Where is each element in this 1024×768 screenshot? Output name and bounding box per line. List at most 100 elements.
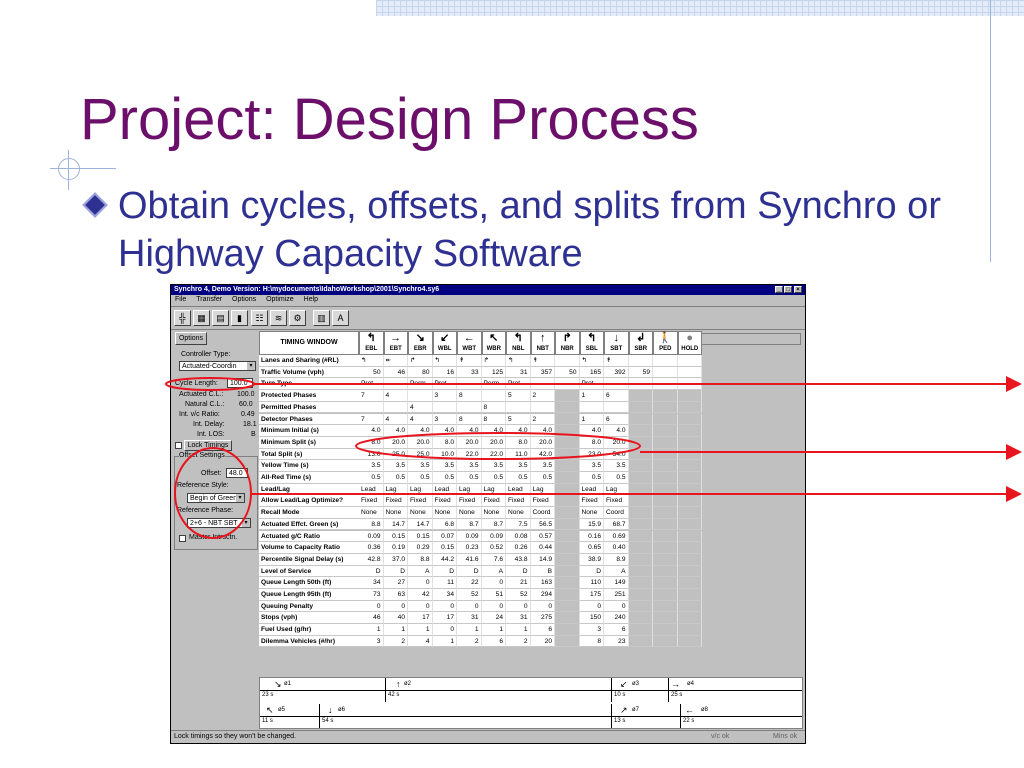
cell-wbr[interactable]: Lag (481, 483, 506, 496)
reference-style-select[interactable]: Begin of Green ▾ (187, 493, 245, 503)
offset-input[interactable]: 48.0 (226, 468, 248, 478)
lanes-window-icon[interactable]: ▦ (193, 310, 210, 326)
cell-ebl[interactable]: Fixed (359, 495, 384, 508)
cell-wbl[interactable]: 0.5 (432, 472, 457, 484)
cell-wbr[interactable]: 8 (481, 401, 506, 414)
cell-ebr[interactable]: 14.7 (408, 518, 433, 531)
cell-nbl[interactable]: 5 (506, 390, 531, 402)
cell-wbt[interactable]: ↟ (457, 355, 482, 367)
phasing-window-icon[interactable]: ☷ (251, 310, 268, 326)
cell-wbt[interactable]: 33 (457, 366, 482, 379)
cell-ebt[interactable]: 25.0 (383, 448, 408, 461)
cell-wbl[interactable]: None (432, 507, 457, 519)
menu-file[interactable]: File (175, 296, 186, 303)
cell-sbl[interactable]: 15.9 (579, 518, 604, 531)
cell-sbt[interactable]: Lag (604, 483, 629, 496)
cell-ebt[interactable]: Fixed (383, 495, 408, 508)
cell-sbl[interactable]: Prot (579, 378, 604, 391)
cell-wbl[interactable]: Prot (432, 378, 457, 391)
cell-ebr[interactable]: 25.0 (408, 448, 433, 461)
cell-sbt[interactable]: 20.0 (604, 436, 629, 449)
cell-nbt[interactable] (530, 401, 555, 414)
menu-transfer[interactable]: Transfer (196, 296, 222, 303)
cell-ebr[interactable]: Fixed (408, 495, 433, 508)
cell-wbl[interactable]: 8.0 (432, 436, 457, 449)
cell-ebl[interactable]: 8.0 (359, 436, 384, 449)
cell-nbt[interactable]: 42.0 (530, 448, 555, 461)
cell-ebr[interactable]: ↱ (408, 355, 433, 367)
minimize-button[interactable]: _ (775, 286, 783, 293)
cell-ebt[interactable]: 46 (383, 366, 408, 379)
detector-window-icon[interactable]: ⚙ (289, 310, 306, 326)
cell-nbl[interactable]: Fixed (506, 495, 531, 508)
cell-ebr[interactable]: 80 (408, 366, 433, 379)
cell-wbl[interactable]: ↰ (432, 355, 457, 367)
cell-ebr[interactable]: Lag (408, 483, 433, 496)
cell-ebt[interactable]: 4 (383, 413, 408, 426)
cell-sbl[interactable]: 1 (579, 390, 604, 402)
cell-wbl[interactable]: 3.5 (432, 460, 457, 472)
cell-ebt[interactable]: 4 (383, 390, 408, 402)
cell-sbl[interactable]: 1 (579, 413, 604, 426)
cell-nbl[interactable]: 0.5 (506, 472, 531, 484)
cell-wbl[interactable]: 4.0 (432, 425, 457, 437)
cell-sbl[interactable]: Lead (579, 483, 604, 496)
timing-window-icon[interactable]: ▮ (231, 310, 248, 326)
cell-wbr[interactable]: 8.7 (481, 518, 506, 531)
cell-nbt[interactable]: ↟ (530, 355, 555, 367)
lock-timings-checkbox[interactable] (175, 442, 182, 449)
cell-sbl[interactable]: 8.0 (579, 436, 604, 449)
cycle-length-input[interactable]: 100.0 (227, 378, 253, 388)
cell-sbl[interactable]: 4.0 (579, 425, 604, 437)
cell-nbl[interactable]: Prot (506, 378, 531, 391)
cell-wbr[interactable]: 20.0 (481, 436, 506, 449)
cell-nbl[interactable]: 8.0 (506, 436, 531, 449)
time-space-icon[interactable]: ▥ (313, 310, 330, 326)
cell-ebr[interactable]: 4 (408, 401, 433, 414)
cell-nbt[interactable]: 0.5 (530, 472, 555, 484)
cell-wbt[interactable]: 8.7 (457, 518, 482, 531)
cell-wbr[interactable]: ↱ (481, 355, 506, 367)
cell-sbl[interactable]: 165 (579, 366, 604, 379)
cell-sbt[interactable]: Fixed (604, 495, 629, 508)
cell-nbt[interactable]: 2 (530, 390, 555, 402)
cell-wbr[interactable]: 3.5 (481, 460, 506, 472)
cell-nbl[interactable]: None (506, 507, 531, 519)
cell-nbt[interactable]: 20.0 (530, 436, 555, 449)
cell-nbt[interactable]: 2 (530, 413, 555, 426)
cell-nbt[interactable]: 3.5 (530, 460, 555, 472)
maximize-button[interactable]: □ (784, 286, 792, 293)
cell-nbt[interactable]: Coord (530, 507, 555, 519)
cell-nbl[interactable]: 3.5 (506, 460, 531, 472)
cell-sbt[interactable]: 4.0 (604, 425, 629, 437)
cell-wbr[interactable]: Perm (481, 378, 506, 391)
cell-ebl[interactable]: Lead (359, 483, 384, 496)
cell-nbl[interactable]: 11.0 (506, 448, 531, 461)
cell-nbl[interactable]: Lead (506, 483, 531, 496)
cell-ebl[interactable]: 13.0 (359, 448, 384, 461)
cell-sbl[interactable]: None (579, 507, 604, 519)
cell-ebl[interactable]: 8.8 (359, 518, 384, 531)
cell-wbt[interactable]: 20.0 (457, 436, 482, 449)
cell-sbt[interactable]: 6 (604, 413, 629, 426)
cell-wbl[interactable]: 10.0 (432, 448, 457, 461)
cell-nbl[interactable]: 7.5 (506, 518, 531, 531)
cell-ebr[interactable]: None (408, 507, 433, 519)
cell-wbr[interactable]: 125 (481, 366, 506, 379)
close-button[interactable]: × (794, 286, 802, 293)
cell-nbl[interactable]: 31 (506, 366, 531, 379)
cell-sbt[interactable]: 68.7 (604, 518, 629, 531)
cell-sbl[interactable]: ↰ (579, 355, 604, 367)
master-intersection-checkbox[interactable] (179, 535, 186, 542)
options-button[interactable]: Options (175, 332, 207, 345)
cell-sbt[interactable]: 6 (604, 390, 629, 402)
cell-nbt[interactable]: 357 (530, 366, 555, 379)
cell-sbt[interactable]: ↟ (604, 355, 629, 367)
cell-sbt[interactable]: 392 (604, 366, 629, 379)
cell-ebl[interactable]: 50 (359, 366, 384, 379)
cell-ebl[interactable]: ↰ (359, 355, 384, 367)
cell-nbl[interactable]: 5 (506, 413, 531, 426)
cell-ebl[interactable]: None (359, 507, 384, 519)
cell-nbt[interactable]: 4.0 (530, 425, 555, 437)
cell-sbt[interactable] (604, 378, 629, 391)
